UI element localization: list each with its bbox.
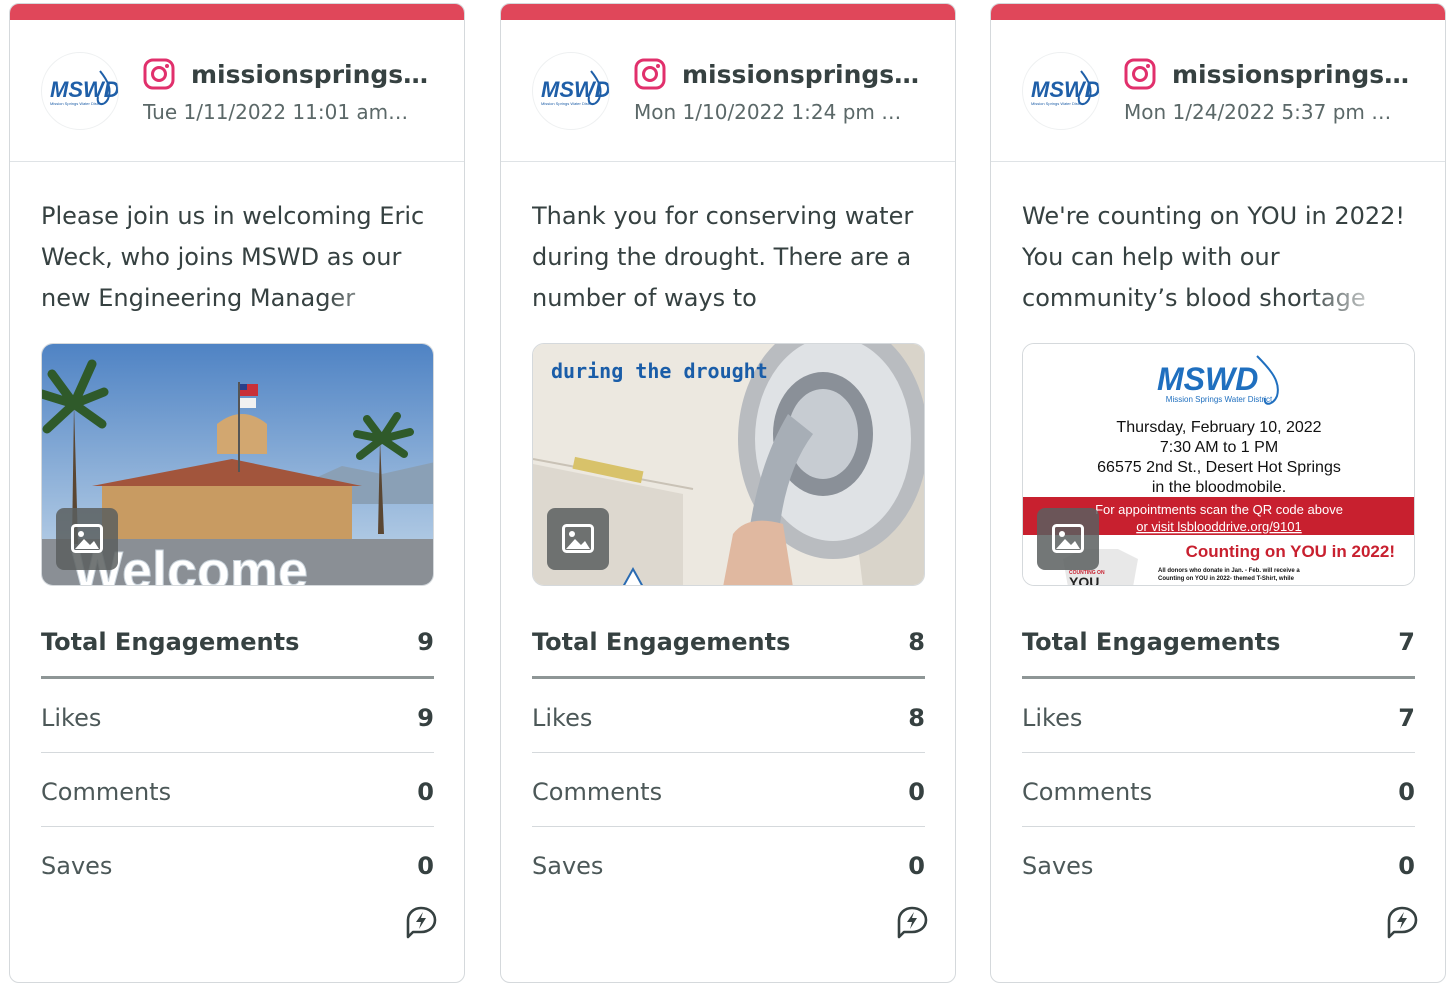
- avatar[interactable]: MSWD Mission Springs Water District: [1022, 52, 1100, 130]
- boost-post-icon[interactable]: [896, 905, 928, 939]
- post-card[interactable]: MSWD Mission Springs Water District miss…: [990, 3, 1446, 983]
- stat-value: 0: [1398, 778, 1415, 806]
- stat-label: Saves: [41, 852, 113, 880]
- stat-label: Total Engagements: [532, 628, 791, 656]
- flyer-fine2: Counting on YOU in 2022- themed T-Shirt,…: [1158, 576, 1295, 582]
- divider: [532, 676, 925, 679]
- saves-row: Saves 0: [532, 844, 925, 888]
- image-type-badge: [56, 508, 118, 570]
- divider: [1022, 826, 1415, 827]
- stat-value: 8: [908, 704, 925, 732]
- flyer-logo-sub: Mission Springs Water District: [1166, 395, 1273, 404]
- stat-label: Total Engagements: [41, 628, 300, 656]
- account-name[interactable]: missionsprings…: [1172, 60, 1432, 89]
- stat-value: 0: [908, 778, 925, 806]
- image-icon: [71, 524, 103, 553]
- caption-fade: [1305, 280, 1415, 322]
- post-image[interactable]: during the drought: [532, 343, 925, 586]
- stat-value: 0: [1398, 852, 1415, 880]
- flyer-logo: MSWD: [1157, 361, 1258, 397]
- image-type-badge: [1037, 508, 1099, 570]
- instagram-icon: [1124, 58, 1156, 90]
- stat-label: Likes: [532, 704, 593, 732]
- account-name[interactable]: missionsprings…: [682, 60, 942, 89]
- post-header: MSWD Mission Springs Water District miss…: [10, 20, 464, 162]
- flyer-band1: For appointments scan the QR code above: [1095, 502, 1343, 517]
- flyer-band2: or visit lsblooddrive.org/9101: [1136, 519, 1301, 534]
- boost-post-icon[interactable]: [405, 905, 437, 939]
- stat-label: Likes: [1022, 704, 1083, 732]
- stat-value: 9: [417, 628, 434, 656]
- card-accent-bar: [991, 4, 1445, 20]
- instagram-icon: [143, 58, 175, 90]
- caption-fade: [324, 280, 434, 322]
- flyer-shirt2: YOU: [1069, 574, 1099, 586]
- post-header: MSWD Mission Springs Water District miss…: [501, 20, 955, 162]
- image-overlay-text: during the drought: [551, 359, 768, 383]
- stat-value: 0: [417, 778, 434, 806]
- stat-label: Comments: [1022, 778, 1153, 806]
- avatar[interactable]: MSWD Mission Springs Water District: [41, 52, 119, 130]
- flyer-fine1: All donors who donate in Jan. - Feb. wil…: [1158, 568, 1300, 574]
- post-card[interactable]: MSWD Mission Springs Water District miss…: [500, 3, 956, 983]
- account-name[interactable]: missionsprings…: [191, 60, 451, 89]
- post-date: Mon 1/10/2022 1:24 pm …: [634, 100, 902, 124]
- total-engagements-row: Total Engagements 8: [532, 620, 925, 664]
- avatar-subtext: Mission Springs Water District: [1031, 101, 1085, 106]
- divider: [41, 752, 434, 753]
- post-header: MSWD Mission Springs Water District miss…: [991, 20, 1445, 162]
- image-icon: [1052, 524, 1084, 553]
- boost-post-icon[interactable]: [1386, 905, 1418, 939]
- comments-row: Comments 0: [1022, 770, 1415, 814]
- post-image[interactable]: Welcome: [41, 343, 434, 586]
- stat-label: Saves: [1022, 852, 1094, 880]
- stat-value: 7: [1398, 628, 1415, 656]
- divider: [41, 826, 434, 827]
- flyer-headline: Counting on YOU in 2022!: [1186, 542, 1395, 561]
- flyer-line4: in the bloodmobile.: [1152, 479, 1286, 496]
- avatar-subtext: Mission Springs Water District: [50, 101, 104, 106]
- post-date: Mon 1/24/2022 5:37 pm …: [1124, 100, 1392, 124]
- divider: [532, 826, 925, 827]
- post-date: Tue 1/11/2022 11:01 am…: [143, 100, 409, 124]
- divider: [1022, 752, 1415, 753]
- flyer-line3: 66575 2nd St., Desert Hot Springs: [1097, 459, 1341, 476]
- post-card[interactable]: MSWD Mission Springs Water District miss…: [9, 3, 465, 983]
- stat-label: Total Engagements: [1022, 628, 1281, 656]
- saves-row: Saves 0: [1022, 844, 1415, 888]
- stat-value: 8: [908, 628, 925, 656]
- total-engagements-row: Total Engagements 9: [41, 620, 434, 664]
- stat-value: 0: [908, 852, 925, 880]
- image-icon: [562, 524, 594, 553]
- stat-label: Likes: [41, 704, 102, 732]
- instagram-icon: [634, 58, 666, 90]
- saves-row: Saves 0: [41, 844, 434, 888]
- comments-row: Comments 0: [532, 770, 925, 814]
- stat-value: 9: [417, 704, 434, 732]
- likes-row: Likes 9: [41, 696, 434, 740]
- image-type-badge: [547, 508, 609, 570]
- likes-row: Likes 8: [532, 696, 925, 740]
- stat-value: 0: [417, 852, 434, 880]
- stat-value: 7: [1398, 704, 1415, 732]
- flyer-line1: Thursday, February 10, 2022: [1116, 419, 1321, 436]
- avatar-subtext: Mission Springs Water District: [541, 101, 595, 106]
- stat-label: Saves: [532, 852, 604, 880]
- avatar[interactable]: MSWD Mission Springs Water District: [532, 52, 610, 130]
- caption-fade: [815, 280, 925, 322]
- stat-label: Comments: [532, 778, 663, 806]
- total-engagements-row: Total Engagements 7: [1022, 620, 1415, 664]
- stat-label: Comments: [41, 778, 172, 806]
- post-image[interactable]: MSWD Mission Springs Water District Thur…: [1022, 343, 1415, 586]
- divider: [1022, 676, 1415, 679]
- card-accent-bar: [10, 4, 464, 20]
- likes-row: Likes 7: [1022, 696, 1415, 740]
- divider: [532, 752, 925, 753]
- divider: [41, 676, 434, 679]
- comments-row: Comments 0: [41, 770, 434, 814]
- flyer-line2: 7:30 AM to 1 PM: [1160, 439, 1278, 456]
- card-accent-bar: [501, 4, 955, 20]
